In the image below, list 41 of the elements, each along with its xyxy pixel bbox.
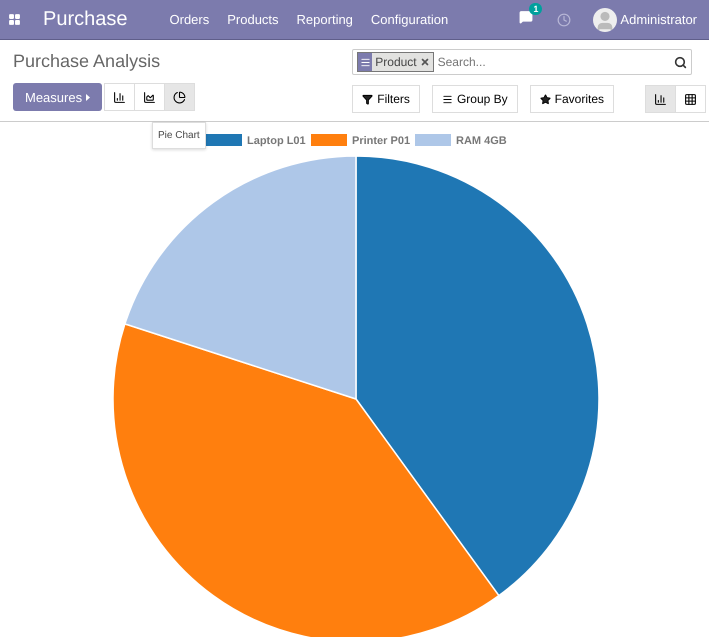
apps-menu-icon[interactable] (8, 13, 21, 26)
pie-chart-button[interactable] (164, 83, 196, 111)
app-title: Purchase (43, 8, 128, 31)
favorite-icon (540, 94, 551, 104)
message-count: 1 (529, 3, 542, 15)
pie-chart-icon (173, 90, 186, 104)
table-icon (684, 92, 697, 106)
measures-button[interactable]: Measures (13, 83, 102, 111)
menu-item[interactable]: Products (227, 12, 279, 27)
chat-icon[interactable] (519, 10, 534, 24)
caret-icon (86, 94, 90, 100)
search-icon[interactable] (674, 56, 688, 68)
tooltip: Pie Chart (152, 122, 206, 149)
filter-button[interactable]: Filters (352, 85, 420, 113)
line-chart-icon (143, 90, 156, 104)
search-facet[interactable]: Product (357, 52, 434, 72)
line-chart-button[interactable] (134, 83, 166, 111)
legend-label: RAM 4GB (456, 135, 507, 147)
filter-icon (362, 94, 374, 104)
menu-item[interactable]: Orders (170, 12, 210, 27)
user-name[interactable]: Administrator (620, 12, 697, 27)
close-icon[interactable] (420, 57, 430, 67)
graph-view-button[interactable] (645, 85, 676, 113)
pivot-view-button[interactable] (675, 85, 706, 113)
legend-label: Laptop L01 (247, 135, 306, 147)
bar-chart-icon (113, 90, 126, 104)
favorite-button[interactable]: Favorites (530, 85, 614, 113)
legend-swatch (311, 134, 347, 146)
legend-swatch (206, 134, 242, 146)
menu-item[interactable]: Reporting (296, 12, 353, 27)
bar-chart-button[interactable] (104, 83, 136, 111)
groupby-button[interactable]: Group By (432, 85, 518, 113)
list-icon (360, 56, 371, 68)
legend-swatch (415, 134, 451, 146)
legend-label: Printer P01 (352, 135, 410, 147)
bar-chart-icon (654, 92, 667, 106)
avatar-icon[interactable] (593, 8, 618, 32)
groupby-icon (442, 94, 453, 104)
search-field[interactable]: Product Search... (352, 49, 692, 75)
menu-item[interactable]: Configuration (370, 12, 448, 27)
breadcrumb: Purchase Analysis (13, 50, 162, 73)
